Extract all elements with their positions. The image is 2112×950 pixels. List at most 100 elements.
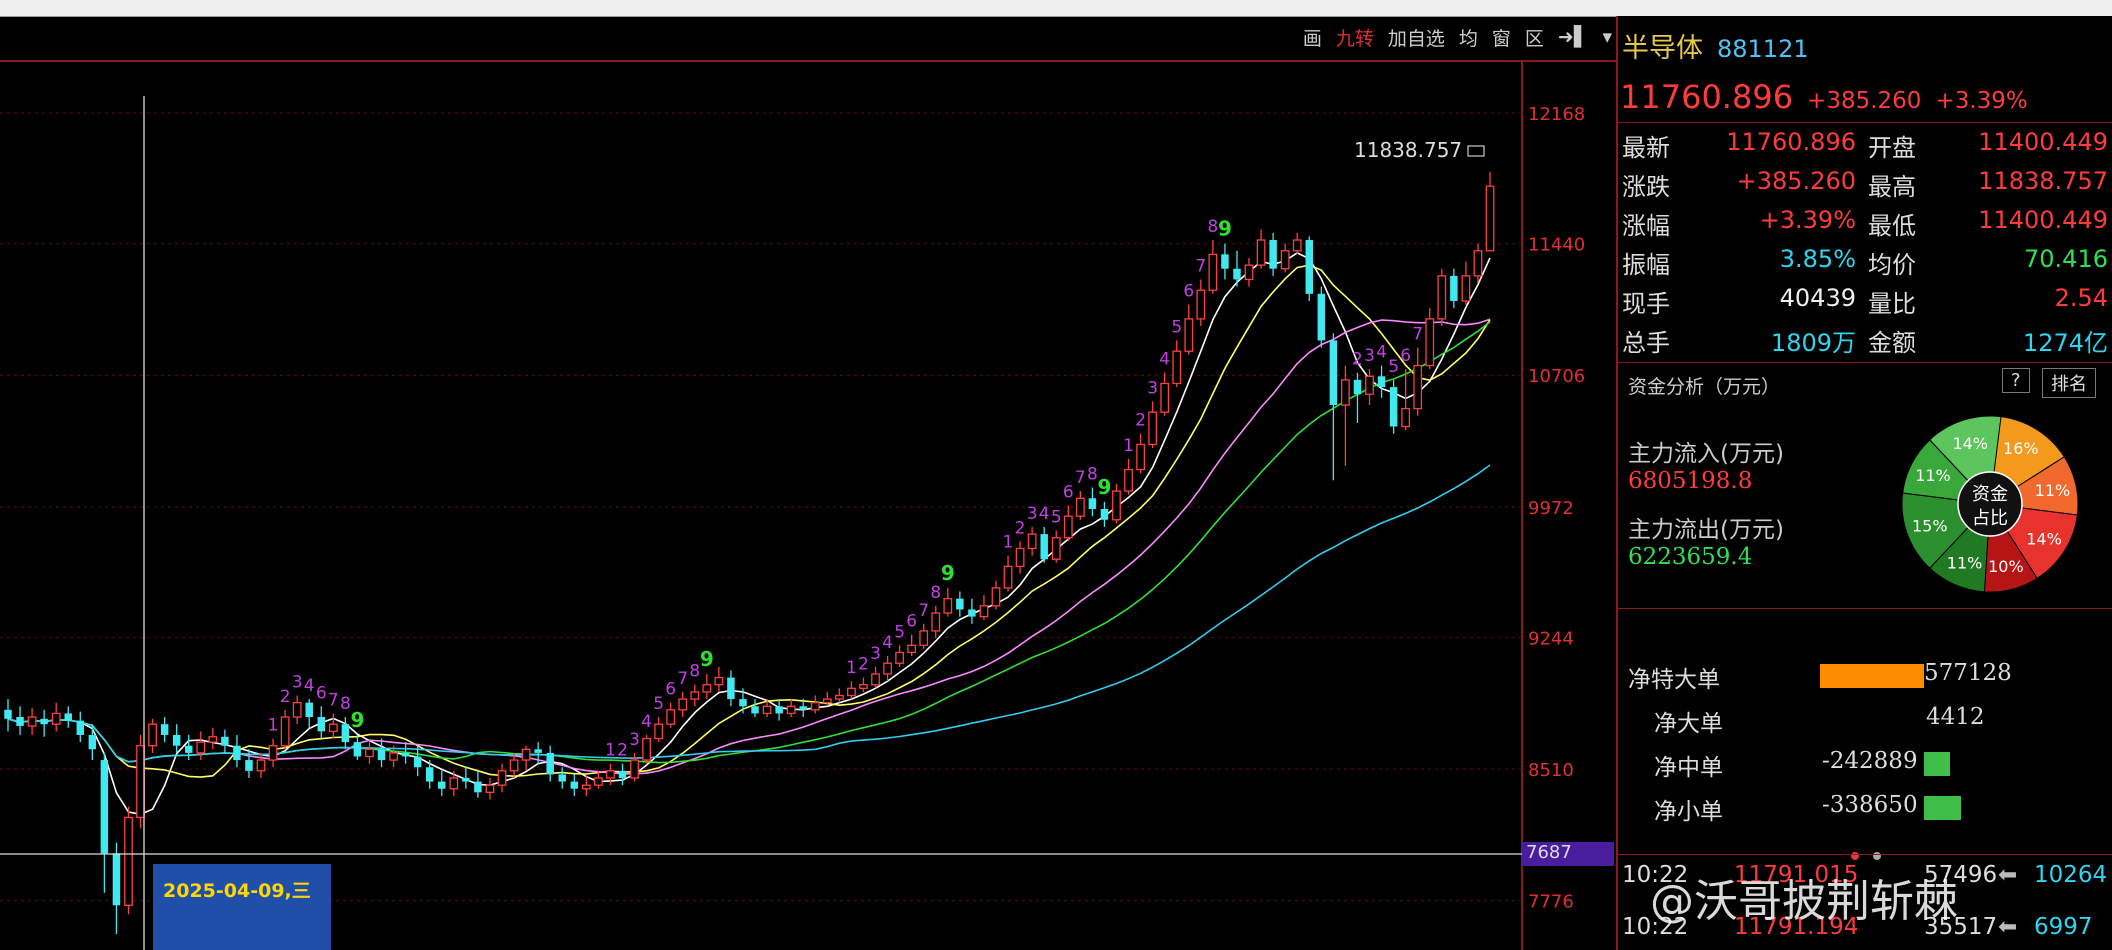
candle-body (630, 759, 639, 779)
td-count-label: 8 (340, 694, 351, 714)
stat-row: 涨幅 +3.39% 最低 11400.449 (1618, 206, 2112, 245)
candle-body (690, 691, 700, 700)
candle-body (991, 587, 1001, 607)
td-count-label: 1 (605, 741, 616, 761)
candle-body (497, 770, 507, 786)
td-count-label: 9 (350, 708, 364, 732)
candle-body (968, 609, 976, 617)
td-count-label: 3 (292, 672, 303, 692)
add-favorite-button[interactable]: 加自选 (1388, 24, 1445, 51)
candle-body (786, 705, 796, 715)
candle-body (1148, 411, 1158, 446)
candle-body (1473, 250, 1483, 277)
candle-body (895, 651, 904, 664)
td-count-label: 6 (316, 683, 327, 703)
td-count-label: 7 (328, 690, 339, 710)
stat-label: 金额 (1868, 329, 1916, 357)
candle-body (268, 745, 278, 761)
rank-button[interactable]: 排名 (2042, 368, 2096, 398)
candle-body (317, 717, 326, 732)
td-count-label: 3 (870, 644, 881, 664)
stat-row: 最新 11760.896 开盘 11400.449 (1618, 128, 2112, 167)
candle-body (1377, 376, 1386, 388)
window-button[interactable]: 窗 (1492, 24, 1511, 51)
divider (1618, 362, 2112, 363)
pie-slice-label: 15% (1912, 517, 1948, 536)
candle-body (521, 748, 531, 761)
td-count-label: 1 (1003, 533, 1014, 553)
stat-label: 均价 (1868, 251, 1916, 279)
td-count-label: 5 (1051, 508, 1062, 528)
app-top-bar (0, 0, 2112, 17)
nine-turn-button[interactable]: 九转 (1336, 24, 1374, 51)
candle-body (449, 777, 459, 790)
cursor-price-label: 7687 (1522, 842, 1614, 866)
candle-body (979, 605, 989, 618)
stat-label: 现手 (1622, 290, 1670, 318)
exit-panel-icon[interactable]: ➜▌ (1558, 26, 1589, 48)
td-count-label: 8 (1087, 464, 1098, 484)
td-count-label: 4 (1376, 343, 1387, 363)
candle-body (124, 816, 133, 906)
candle-body (474, 781, 482, 793)
candle-body (172, 734, 181, 746)
candle-body (606, 770, 615, 779)
candle-body (1269, 240, 1277, 269)
y-tick-label: 9244 (1528, 628, 1574, 649)
td-count-label: 4 (641, 712, 652, 732)
candle-body (221, 736, 229, 746)
candle-body (148, 723, 157, 747)
td-count-label: 6 (1183, 282, 1194, 302)
candle-body (919, 630, 929, 646)
td-count-label: 7 (677, 669, 688, 689)
candle-body (739, 699, 747, 707)
candle-body (438, 781, 446, 789)
candle-body (1292, 239, 1302, 252)
candle-body (570, 781, 579, 789)
td-count-label: 7 (1075, 468, 1086, 488)
candle-body (1112, 490, 1121, 521)
td-count-label: 4 (1039, 504, 1050, 524)
stat-value: 11760.896 (1726, 128, 1856, 156)
ma-line-30 (7, 321, 1491, 764)
range-button[interactable]: 区 (1525, 24, 1544, 51)
y-tick-label: 9972 (1528, 498, 1574, 519)
candle-body (1353, 379, 1362, 395)
candle-body (594, 777, 603, 786)
candle-body (1244, 264, 1254, 281)
candle-body (401, 752, 410, 757)
candle-body (714, 676, 724, 686)
pie-slice-label: 14% (2026, 529, 2062, 548)
chart-toolbar: 画 九转 加自选 均 窗 区 ➜▌ ▾ (1303, 22, 1612, 52)
draw-button[interactable]: 画 (1303, 24, 1322, 51)
td-count-label: 8 (689, 662, 700, 682)
td-count-label: 4 (882, 633, 893, 653)
candle-body (51, 712, 61, 725)
candle-body (1256, 239, 1266, 266)
candle-body (1196, 289, 1206, 320)
td-count-label: 9 (941, 561, 955, 585)
order-label: 净大单 (1654, 711, 1723, 737)
candle-body (871, 673, 880, 686)
td-count-label: 8 (1207, 217, 1218, 237)
candle-body (1389, 387, 1398, 427)
candle-body (859, 684, 868, 689)
dropdown-icon[interactable]: ▾ (1602, 26, 1612, 48)
stat-value: +3.39% (1759, 206, 1856, 234)
tick-direction-icon: ⬅ (1998, 914, 2018, 940)
ma-button[interactable]: 均 (1459, 24, 1478, 51)
td-count-label: 7 (1195, 256, 1206, 276)
tick-amount: 6997 (2034, 914, 2093, 940)
candle-body (160, 724, 169, 735)
stat-label: 量比 (1868, 290, 1916, 318)
help-button[interactable]: ? (2002, 368, 2030, 393)
divider (1618, 854, 2112, 855)
td-count-label: 7 (1412, 325, 1423, 345)
ma-line-5 (7, 251, 1491, 816)
stat-value: 70.416 (2024, 245, 2108, 273)
candle-body (1088, 498, 1097, 509)
stat-value: 11838.757 (1978, 167, 2108, 195)
candle-body (1184, 318, 1194, 352)
td-count-label: 1 (1123, 436, 1134, 456)
candle-body (1100, 509, 1109, 520)
